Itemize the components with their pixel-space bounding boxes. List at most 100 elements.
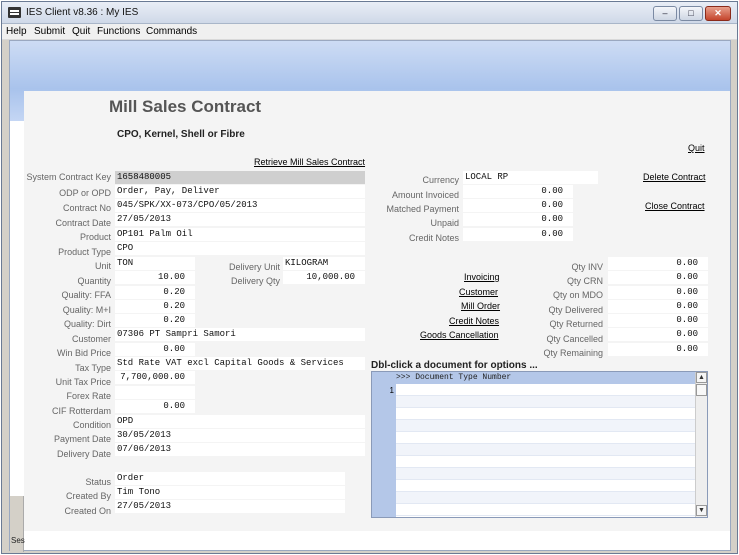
- row-number-column: 1: [372, 372, 396, 517]
- contract-no-field[interactable]: 045/SPK/XX-073/CPO/05/2013: [115, 199, 365, 212]
- field-label-product-type: Product Type: [58, 247, 111, 257]
- quality-ffa-field[interactable]: 0.20: [115, 286, 195, 299]
- field-label-qty-on-mdo: Qty on MDO: [552, 290, 603, 300]
- condition-field[interactable]: OPD: [115, 415, 365, 428]
- field-label-delivery-date: Delivery Date: [56, 449, 111, 459]
- session-tab[interactable]: Ses: [10, 496, 25, 552]
- customer-field[interactable]: 07306 PT Sampri Samori: [115, 328, 365, 341]
- cif-rotterdam-field[interactable]: 0.00: [115, 400, 195, 413]
- win-bid-price-field[interactable]: 0.00: [115, 343, 195, 356]
- table-row[interactable]: [396, 456, 695, 468]
- maximize-button[interactable]: □: [679, 6, 703, 21]
- field-label-forex-rate: Forex Rate: [66, 391, 111, 401]
- title-bar: IES Client v8.36 : My IES ‒ □ ✕: [2, 2, 737, 24]
- field-label-status: Status: [85, 477, 111, 487]
- credit-notes-field: 0.00: [463, 228, 573, 241]
- table-row[interactable]: [396, 408, 695, 420]
- qty-cancelled-field: 0.00: [608, 328, 708, 341]
- payment-date-field[interactable]: 30/05/2013: [115, 429, 365, 442]
- menu-quit[interactable]: Quit: [72, 26, 90, 37]
- qty-returned-field: 0.00: [608, 314, 708, 327]
- field-label-created-by: Created By: [65, 491, 111, 501]
- table-row[interactable]: [396, 420, 695, 432]
- field-label-qty-inv: Qty INV: [571, 262, 603, 272]
- quality-mi-field[interactable]: 0.20: [115, 300, 195, 313]
- qty-on-mdo-field: 0.00: [608, 286, 708, 299]
- session-label: Ses: [11, 536, 25, 545]
- table-row[interactable]: [396, 492, 695, 504]
- field-label-quality-mi: Quality: M+I: [62, 305, 111, 315]
- field-label-odp: ODP or OPD: [59, 188, 111, 198]
- field-label-contract-no: Contract No: [62, 203, 111, 213]
- table-row[interactable]: [396, 384, 695, 396]
- field-label-amount-invoiced: Amount Invoiced: [391, 190, 459, 200]
- customer-link[interactable]: Customer: [459, 287, 498, 297]
- field-label-quality-ffa: Quality: FFA: [61, 290, 111, 300]
- mill-order-link[interactable]: Mill Order: [461, 301, 500, 311]
- invoicing-link[interactable]: Invoicing: [464, 272, 500, 282]
- close-button[interactable]: ✕: [705, 6, 731, 21]
- menu-submit[interactable]: Submit: [34, 26, 65, 37]
- field-label-qty-cancelled: Qty Cancelled: [546, 334, 603, 344]
- product-type-field[interactable]: CPO: [115, 242, 365, 255]
- row-number: 1: [389, 386, 394, 395]
- field-label-product: Product: [79, 232, 111, 242]
- goods-cancellation-link[interactable]: Goods Cancellation: [420, 330, 499, 340]
- unit-tax-price-field[interactable]: 7,700,000.00: [115, 371, 195, 384]
- qty-delivered-field: 0.00: [608, 300, 708, 313]
- unit-field[interactable]: TON: [115, 257, 195, 270]
- product-field[interactable]: OP101 Palm Oil: [115, 228, 365, 241]
- delete-contract-link[interactable]: Delete Contract: [643, 172, 706, 182]
- system-contract-key-field: 1658480005: [115, 171, 365, 184]
- quantity-field[interactable]: 10.00: [115, 271, 195, 284]
- table-row[interactable]: [396, 396, 695, 408]
- close-contract-link[interactable]: Close Contract: [645, 201, 705, 211]
- field-label-quality-dirt: Quality: Dirt: [63, 319, 111, 329]
- window-title: IES Client v8.36 : My IES: [26, 7, 139, 18]
- field-label-unpaid: Unpaid: [430, 218, 459, 228]
- field-label-payment-date: Payment Date: [53, 434, 111, 444]
- quit-link[interactable]: Quit: [688, 143, 705, 153]
- field-label-quantity: Quantity: [77, 276, 111, 286]
- app-icon: [8, 7, 21, 18]
- tax-type-field[interactable]: Std Rate VAT excl Capital Goods & Servic…: [115, 357, 365, 370]
- delivery-date-field[interactable]: 07/06/2013: [115, 443, 365, 456]
- scroll-up-icon[interactable]: ▲: [696, 372, 707, 383]
- status-field: Order: [115, 472, 345, 485]
- grid-column-headers: >>> Document Type Number: [396, 372, 695, 384]
- field-label-contract-date: Contract Date: [55, 218, 111, 228]
- field-label-cif-rotterdam: CIF Rotterdam: [51, 406, 111, 416]
- field-label-credit-notes: Credit Notes: [408, 233, 459, 243]
- forex-rate-field[interactable]: [115, 386, 195, 399]
- contract-date-field[interactable]: 27/05/2013: [115, 213, 365, 226]
- delivery-qty-field[interactable]: 10,000.00: [283, 271, 365, 284]
- field-label-currency: Currency: [422, 175, 459, 185]
- delivery-unit-field[interactable]: KILOGRAM: [283, 257, 365, 270]
- amount-invoiced-field: 0.00: [463, 185, 573, 198]
- table-row[interactable]: [396, 480, 695, 492]
- vertical-scrollbar[interactable]: ▲ ▼: [695, 372, 707, 517]
- scroll-down-icon[interactable]: ▼: [696, 505, 707, 516]
- currency-field[interactable]: LOCAL RP: [463, 171, 598, 184]
- menu-commands[interactable]: Commands: [146, 26, 197, 37]
- field-label-customer: Customer: [71, 334, 111, 344]
- quality-dirt-field[interactable]: 0.20: [115, 314, 195, 327]
- retrieve-contract-link[interactable]: Retrieve Mill Sales Contract: [254, 157, 365, 167]
- odp-field[interactable]: Order, Pay, Deliver: [115, 185, 365, 198]
- scroll-thumb[interactable]: [696, 384, 707, 396]
- field-label-system-contract-key: System Contract Key: [26, 172, 111, 182]
- page-subtitle: CPO, Kernel, Shell or Fibre: [117, 129, 245, 140]
- documents-grid[interactable]: 1 >>> Document Type Number ▲ ▼: [371, 371, 708, 518]
- minimize-button[interactable]: ‒: [653, 6, 677, 21]
- menu-help[interactable]: Help: [6, 26, 27, 37]
- field-label-tax-type: Tax Type: [75, 363, 111, 373]
- table-row[interactable]: [396, 444, 695, 456]
- field-label-delivery-unit: Delivery Unit: [228, 262, 280, 272]
- table-row[interactable]: [396, 468, 695, 480]
- table-row[interactable]: [396, 432, 695, 444]
- menu-functions[interactable]: Functions: [97, 26, 140, 37]
- documents-header: Dbl-click a document for options ...: [371, 360, 538, 371]
- menu-bar: Help Submit Quit Functions Commands: [2, 24, 737, 40]
- credit-notes-link[interactable]: Credit Notes: [449, 316, 499, 326]
- table-row[interactable]: [396, 504, 695, 516]
